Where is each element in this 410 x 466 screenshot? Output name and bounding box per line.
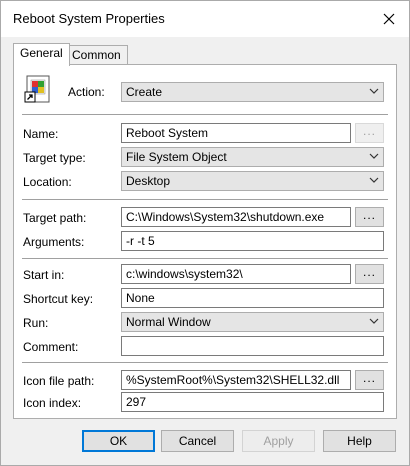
target-path-field[interactable]: C:\Windows\System32\shutdown.exe: [121, 207, 351, 227]
comment-label: Comment:: [23, 340, 79, 354]
tab-common[interactable]: Common: [65, 45, 128, 65]
shortcut-key-label: Shortcut key:: [23, 292, 94, 306]
chevron-down-icon: [369, 153, 379, 159]
close-button[interactable]: [377, 7, 401, 31]
help-button[interactable]: Help: [323, 430, 396, 452]
target-path-label: Target path:: [23, 211, 87, 225]
cancel-button[interactable]: Cancel: [161, 430, 234, 452]
separator: [22, 258, 388, 259]
start-in-label: Start in:: [23, 268, 65, 282]
icon-index-field[interactable]: 297: [121, 392, 384, 412]
start-in-field[interactable]: c:\windows\system32\: [121, 264, 351, 284]
close-icon: [383, 13, 395, 25]
name-browse-button[interactable]: ...: [355, 123, 384, 143]
run-value: Normal Window: [126, 315, 211, 329]
location-value: Desktop: [126, 174, 171, 188]
name-field[interactable]: Reboot System: [121, 123, 351, 143]
action-value: Create: [126, 85, 163, 99]
tab-general[interactable]: General: [13, 43, 70, 66]
action-label: Action:: [68, 85, 105, 99]
apply-button[interactable]: Apply: [242, 430, 315, 452]
location-select[interactable]: Desktop: [121, 171, 384, 191]
window-title: Reboot System Properties: [13, 11, 165, 26]
start-in-browse-button[interactable]: ...: [355, 264, 384, 284]
arguments-field[interactable]: -r -t 5: [121, 231, 384, 251]
shortcut-key-field[interactable]: None: [121, 288, 384, 308]
separator: [22, 362, 388, 363]
comment-field[interactable]: [121, 336, 384, 356]
chevron-down-icon: [369, 318, 379, 324]
name-label: Name:: [23, 127, 59, 141]
ok-button[interactable]: OK: [82, 430, 155, 452]
shortcut-icon: [24, 75, 50, 103]
icon-file-path-label: Icon file path:: [23, 374, 95, 388]
separator: [22, 114, 388, 115]
arguments-label: Arguments:: [23, 235, 85, 249]
icon-file-browse-button[interactable]: ...: [355, 370, 384, 390]
target-type-value: File System Object: [126, 150, 227, 164]
target-type-label: Target type:: [23, 151, 86, 165]
run-label: Run:: [23, 316, 49, 330]
chevron-down-icon: [369, 88, 379, 94]
icon-file-path-field[interactable]: %SystemRoot%\System32\SHELL32.dll: [121, 370, 351, 390]
action-select[interactable]: Create: [121, 82, 384, 102]
properties-dialog: Reboot System Properties General Common …: [0, 0, 410, 466]
location-label: Location:: [23, 175, 72, 189]
icon-index-label: Icon index:: [23, 396, 82, 410]
run-select[interactable]: Normal Window: [121, 312, 384, 332]
title-bar: Reboot System Properties: [1, 1, 409, 37]
separator: [22, 199, 388, 200]
chevron-down-icon: [369, 177, 379, 183]
target-type-select[interactable]: File System Object: [121, 147, 384, 167]
general-panel: Action: Create Name: Reboot System ... T…: [13, 64, 397, 419]
target-path-browse-button[interactable]: ...: [355, 207, 384, 227]
